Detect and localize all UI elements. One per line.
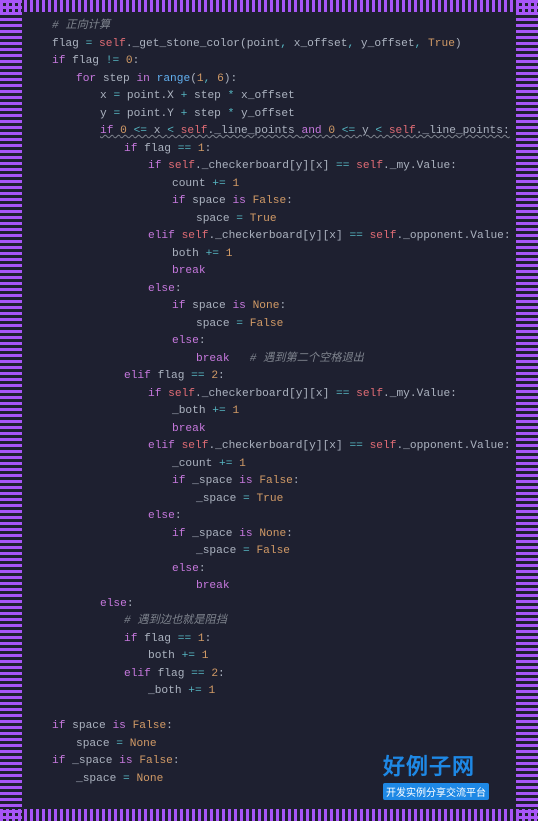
code-line: else: [28,561,510,579]
code-line: break [28,421,510,439]
code-line: break # 遇到第二个空格退出 [28,351,510,369]
code-line: space = False [28,316,510,334]
code-line: _both += 1 [28,683,510,701]
code-line: both += 1 [28,246,510,264]
watermark-subtitle: 开发实例分享交流平台 [383,783,489,800]
watermark-title: 好例子网 [383,749,508,781]
code-line: _space = False [28,543,510,561]
code-block: # 正向计算flag = self._get_stone_color(point… [28,18,510,803]
code-line: else: [28,596,510,614]
watermark: 好例子网 开发实例分享交流平台 [383,749,508,801]
code-line: else: [28,508,510,526]
code-line: else: [28,281,510,299]
code-line: x = point.X + step * x_offset [28,88,510,106]
code-line: count += 1 [28,176,510,194]
code-line: for step in range(1, 6): [28,71,510,89]
decorative-border-left [0,0,22,821]
code-line: # 正向计算 [28,18,510,36]
code-line: if flag == 1: [28,631,510,649]
code-line: if 0 <= x < self._line_points and 0 <= y… [28,123,510,141]
code-line: if space is None: [28,298,510,316]
code-line: else: [28,333,510,351]
code-line: elif self._checkerboard[y][x] == self._o… [28,228,510,246]
code-line: if space is False: [28,193,510,211]
code-line: y = point.Y + step * y_offset [28,106,510,124]
code-line: if self._checkerboard[y][x] == self._my.… [28,158,510,176]
code-line: space = True [28,211,510,229]
code-line: break [28,578,510,596]
code-line: elif flag == 2: [28,666,510,684]
code-line: elif self._checkerboard[y][x] == self._o… [28,438,510,456]
code-line: if self._checkerboard[y][x] == self._my.… [28,386,510,404]
code-line: if flag == 1: [28,141,510,159]
code-line: elif flag == 2: [28,368,510,386]
code-line: # 遇到边也就是阻挡 [28,613,510,631]
code-line [28,701,510,719]
code-line: both += 1 [28,648,510,666]
decorative-border-bottom [0,809,538,821]
code-line: if _space is None: [28,526,510,544]
code-line: _count += 1 [28,456,510,474]
code-line: _both += 1 [28,403,510,421]
code-line: flag = self._get_stone_color(point, x_of… [28,36,510,54]
code-line: break [28,263,510,281]
code-line: if space is False: [28,718,510,736]
decorative-border-top [0,0,538,12]
code-line: _space = True [28,491,510,509]
code-line: if flag != 0: [28,53,510,71]
decorative-border-right [516,0,538,821]
code-line: if _space is False: [28,473,510,491]
